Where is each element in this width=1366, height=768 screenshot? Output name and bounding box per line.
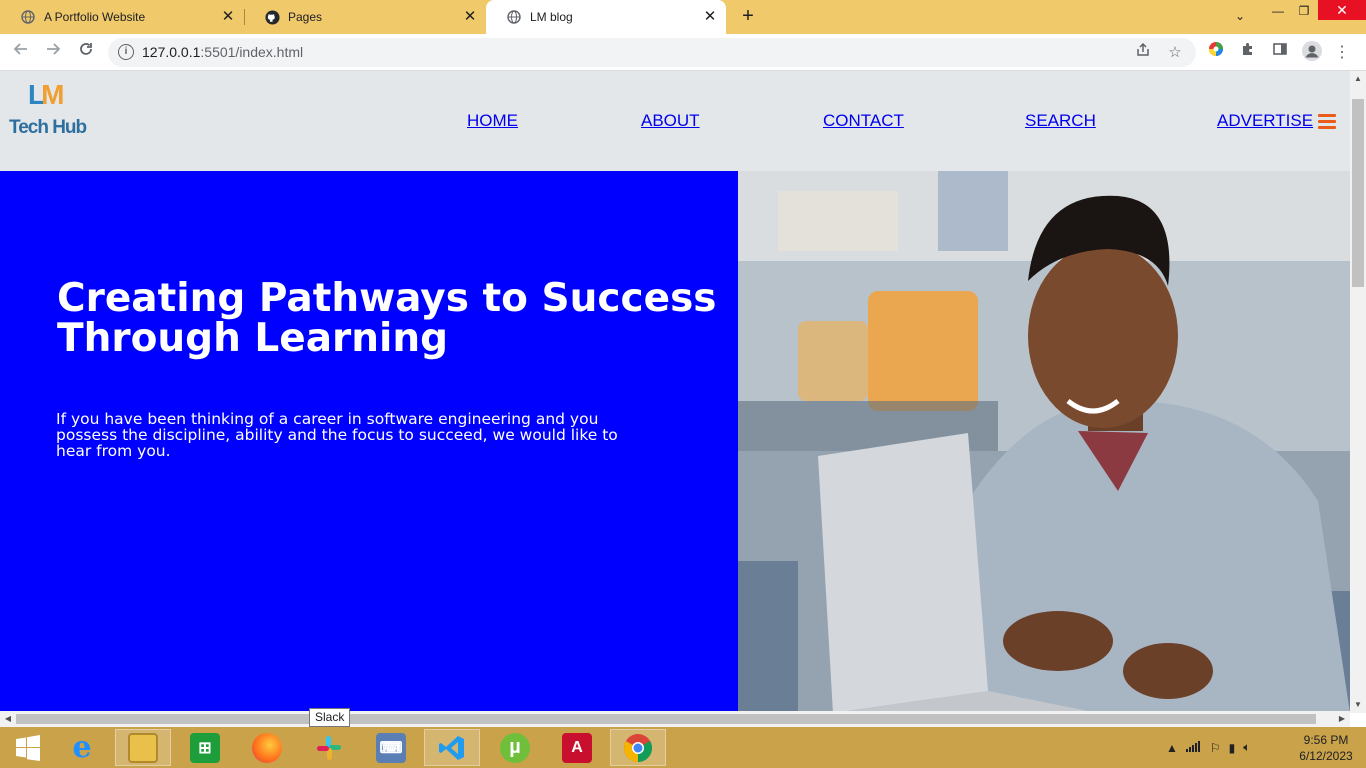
site-info-icon[interactable]: i [118, 44, 134, 60]
tab-lm-blog[interactable]: LM blog ✕ [486, 0, 726, 34]
network-signal-icon[interactable] [1185, 740, 1202, 755]
side-panel-icon[interactable] [1268, 41, 1292, 65]
back-arrow-icon[interactable] [9, 41, 33, 65]
minimize-button[interactable]: — [1266, 0, 1290, 24]
nav-about-link[interactable]: ABOUT [641, 111, 700, 131]
hero-title: Creating Pathways to Success Through Lea… [57, 276, 717, 361]
scroll-down-icon[interactable]: ▼ [1350, 697, 1366, 713]
reload-icon[interactable] [74, 41, 98, 65]
scroll-right-icon[interactable]: ▶ [1334, 711, 1350, 727]
taskbar-file-explorer[interactable] [115, 729, 171, 766]
scroll-left-icon[interactable]: ◀ [0, 711, 16, 727]
site-header: LM Tech Hub HOME ABOUT CONTACT SEARCH AD… [0, 71, 1350, 171]
taskbar-internet-explorer[interactable]: e [54, 729, 110, 766]
keyboard-icon: ⌨ [376, 732, 406, 763]
hero-panel: Creating Pathways to Success Through Lea… [0, 171, 738, 713]
site-logo[interactable]: LM Tech Hub [8, 79, 87, 145]
menu-kebab-icon[interactable]: ⋮ [1330, 41, 1354, 65]
url-text: 127.0.0.1:5501/index.html [142, 44, 304, 60]
start-button[interactable] [0, 729, 56, 766]
scroll-up-icon[interactable]: ▲ [1350, 71, 1366, 87]
taskbar-store[interactable]: ⊞ [177, 729, 233, 766]
taskbar-firefox[interactable] [239, 729, 295, 766]
close-tab-icon[interactable]: ✕ [462, 9, 478, 25]
tab-title: A Portfolio Website [44, 10, 146, 24]
close-tab-icon[interactable]: ✕ [702, 9, 718, 25]
taskbar-keyboard-app[interactable]: ⌨ [363, 729, 419, 766]
tab-search-chevron-icon[interactable]: ⌄ [1228, 5, 1252, 29]
color-extension-icon[interactable] [1204, 41, 1228, 65]
clock-time: 9:56 PM [1303, 733, 1349, 747]
hamburger-menu-icon[interactable] [1318, 114, 1336, 129]
windows-logo-icon [16, 734, 40, 761]
windows-taskbar: e ⊞ ⌨ µ A [0, 727, 1366, 768]
chrome-icon [624, 733, 652, 762]
restore-button[interactable]: ❐ [1292, 0, 1316, 24]
power-battery-icon[interactable]: ▮ [1229, 741, 1236, 755]
taskbar-clock[interactable]: 9:56 PM 6/12/2023 [1296, 732, 1356, 764]
close-tab-icon[interactable]: ✕ [220, 9, 236, 25]
show-hidden-icons-chevron-icon[interactable]: ▲ [1166, 741, 1178, 755]
logo-mark: LM [28, 79, 65, 110]
taskbar-adobe-reader[interactable]: A [549, 729, 605, 766]
hero-description: If you have been thinking of a career in… [56, 410, 618, 460]
bookmark-star-icon[interactable]: ☆ [1164, 42, 1186, 64]
close-window-button[interactable]: ✕ [1318, 0, 1366, 20]
slack-icon [317, 735, 341, 760]
horizontal-scrollbar[interactable]: ◀ ▶ [0, 711, 1350, 727]
tab-title: Pages [288, 10, 323, 24]
tab-strip: A Portfolio Website ✕ Pages ✕ LM blog ✕ … [0, 0, 1366, 34]
nav-home-link[interactable]: HOME [467, 111, 518, 131]
slack-tooltip: Slack [309, 708, 351, 727]
taskbar-slack[interactable] [301, 729, 357, 766]
horizontal-scroll-thumb[interactable] [16, 714, 1316, 724]
system-tray: ▲ ⚐ ▮ 🔈︎ [1166, 727, 1250, 768]
profile-avatar-icon[interactable] [1300, 41, 1324, 65]
vertical-scrollbar[interactable]: ▲ ▼ [1350, 71, 1366, 713]
taskbar-vscode[interactable] [424, 729, 480, 766]
utorrent-icon: µ [500, 732, 530, 763]
store-icon: ⊞ [190, 732, 220, 763]
hero-photo-student-laptop [738, 171, 1350, 713]
volume-speaker-icon[interactable]: 🔈︎ [1243, 740, 1250, 755]
share-icon[interactable] [1132, 42, 1154, 64]
nav-advertise-link[interactable]: ADVERTISE [1217, 111, 1313, 131]
folder-icon [128, 732, 158, 763]
taskbar-utorrent[interactable]: µ [487, 729, 543, 766]
logo-text: Tech Hub [9, 117, 87, 138]
taskbar-chrome[interactable] [610, 729, 666, 766]
browser-toolbar: i 127.0.0.1:5501/index.html ☆ ⋮ [0, 34, 1366, 71]
tab-title: LM blog [530, 10, 573, 24]
globe-icon [506, 9, 522, 25]
forward-arrow-icon[interactable] [41, 41, 65, 65]
page-viewport: LM Tech Hub HOME ABOUT CONTACT SEARCH AD… [0, 71, 1350, 713]
tab-pages[interactable]: Pages ✕ [244, 0, 486, 34]
internet-explorer-icon: e [72, 730, 92, 765]
new-tab-button[interactable]: + [738, 6, 758, 27]
action-center-flag-icon[interactable]: ⚐ [1210, 741, 1221, 755]
firefox-icon [252, 732, 282, 763]
github-icon [264, 9, 280, 25]
tab-portfolio[interactable]: A Portfolio Website ✕ [0, 0, 244, 34]
adobe-reader-icon: A [562, 732, 592, 763]
vscode-icon [439, 735, 464, 760]
vertical-scroll-thumb[interactable] [1352, 99, 1364, 287]
extensions-puzzle-icon[interactable] [1236, 41, 1260, 65]
nav-search-link[interactable]: SEARCH [1025, 111, 1096, 131]
address-bar[interactable]: i 127.0.0.1:5501/index.html ☆ [108, 38, 1196, 67]
nav-contact-link[interactable]: CONTACT [823, 111, 904, 131]
student-laptop-illustration [738, 171, 1350, 713]
globe-icon [20, 9, 36, 25]
clock-date: 6/12/2023 [1299, 749, 1353, 763]
